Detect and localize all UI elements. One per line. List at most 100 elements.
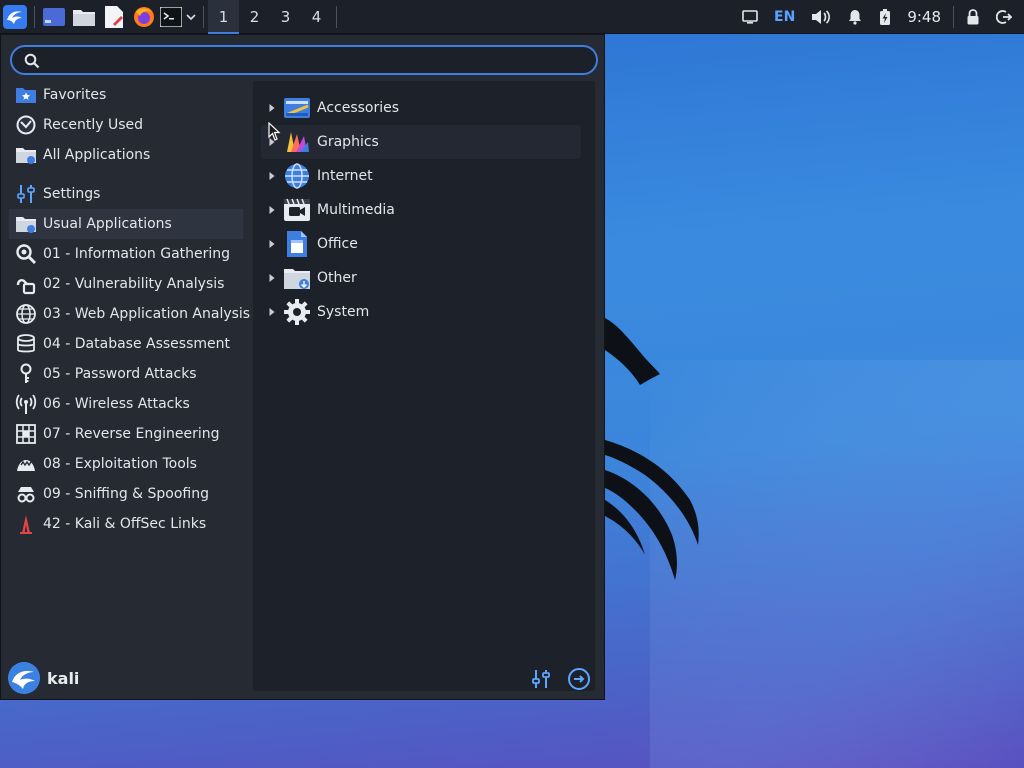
sidebar-item-settings[interactable]: Settings [9, 179, 243, 209]
category-label: Multimedia [317, 202, 395, 218]
firefox-launcher[interactable] [129, 0, 159, 34]
top-panel: 1 2 3 4 EN 9:48 [0, 0, 1024, 34]
clock[interactable]: 9:48 [899, 0, 949, 34]
panel-separator [203, 5, 204, 28]
category-label: Accessories [317, 100, 400, 116]
log-out-icon [568, 668, 590, 690]
settings-manager-button[interactable] [529, 667, 553, 691]
sidebar-item-label: All Applications [43, 147, 151, 163]
text-editor-launcher[interactable] [99, 0, 129, 34]
internet-icon [283, 162, 311, 190]
category-graphics[interactable]: Graphics [261, 125, 581, 159]
workspace-switcher: 1 2 3 4 [208, 0, 332, 34]
notifications-button[interactable] [839, 0, 871, 34]
office-icon [283, 230, 311, 258]
logout-button[interactable] [567, 667, 591, 691]
workspace-2[interactable]: 2 [239, 0, 270, 34]
avatar[interactable] [8, 662, 40, 694]
expand-arrow-icon[interactable] [261, 103, 283, 113]
search-input[interactable] [48, 50, 588, 70]
speaker-icon [812, 9, 831, 24]
expand-arrow-icon[interactable] [261, 205, 283, 215]
globe-icon [15, 303, 37, 325]
category-other[interactable]: Other [261, 261, 581, 295]
sidebar-item-03-web-application-analysis[interactable]: 03 - Web Application Analysis [9, 299, 250, 329]
show-desktop-button[interactable] [39, 0, 69, 34]
menu-footer: kali [1, 659, 604, 699]
key-icon [15, 363, 37, 385]
workspace-3[interactable]: 3 [270, 0, 301, 34]
sidebar-item-09-sniffing-and-spoofing[interactable]: 09 - Sniffing & Spoofing [9, 479, 243, 509]
keyboard-layout-indicator[interactable]: EN [766, 0, 803, 34]
sidebar-item-label: Usual Applications [43, 216, 172, 232]
panel-separator [953, 5, 954, 28]
lock-screen-button[interactable] [958, 0, 988, 34]
sidebar-item-usual-applications[interactable]: Usual Applications [9, 209, 243, 239]
expand-arrow-icon[interactable] [261, 273, 283, 283]
exploit-icon [15, 453, 37, 475]
chevron-down-icon [186, 13, 196, 20]
sidebar-item-08-exploitation-tools[interactable]: 08 - Exploitation Tools [9, 449, 243, 479]
terminal-launcher[interactable] [159, 0, 183, 34]
category-label: Internet [317, 168, 373, 184]
sidebar-item-label: 04 - Database Assessment [43, 336, 230, 352]
sidebar-item-label: Settings [43, 186, 101, 202]
screen-tray-button[interactable] [734, 0, 766, 34]
sidebar-item-label: 42 - Kali & OffSec Links [43, 516, 207, 532]
category-system[interactable]: System [261, 295, 581, 329]
sidebar-item-recently-used[interactable]: Recently Used [9, 110, 243, 140]
recent-icon [15, 114, 37, 136]
logout-panel-button[interactable] [988, 0, 1020, 34]
sidebar-item-label: 01 - Information Gathering [43, 246, 231, 262]
file-manager-launcher[interactable] [69, 0, 99, 34]
firefox-icon [134, 6, 154, 27]
battery-button[interactable] [871, 0, 899, 34]
category-internet[interactable]: Internet [261, 159, 581, 193]
sidebar-item-06-wireless-attacks[interactable]: 06 - Wireless Attacks [9, 389, 243, 419]
expand-arrow-icon[interactable] [261, 171, 283, 181]
sidebar-item-favorites[interactable]: Favorites [9, 80, 243, 110]
multimedia-icon [283, 196, 311, 224]
workspace-4[interactable]: 4 [301, 0, 332, 34]
search-box[interactable] [10, 45, 598, 75]
category-office[interactable]: Office [261, 227, 581, 261]
sidebar-item-label: Favorites [43, 87, 107, 103]
category-multimedia[interactable]: Multimedia [261, 193, 581, 227]
category-label: Other [317, 270, 357, 286]
sidebar-item-04-database-assessment[interactable]: 04 - Database Assessment [9, 329, 243, 359]
settings-sliders-icon [15, 183, 37, 205]
vulnerability-icon [15, 273, 37, 295]
kali-avatar-icon [8, 662, 40, 694]
sidebar-item-label: 06 - Wireless Attacks [43, 396, 190, 412]
kali-logo-icon [3, 4, 27, 29]
settings-sliders-icon [532, 670, 550, 688]
sidebar-item-label: Recently Used [43, 117, 144, 133]
panel-separator [34, 5, 35, 28]
sidebar-item-05-password-attacks[interactable]: 05 - Password Attacks [9, 359, 243, 389]
workspace-1[interactable]: 1 [208, 0, 239, 34]
category-accessories[interactable]: Accessories [261, 91, 581, 125]
terminal-dropdown-button[interactable] [183, 0, 199, 34]
monitor-icon [742, 9, 758, 24]
expand-arrow-icon[interactable] [261, 307, 283, 317]
username-label: kali [47, 669, 80, 688]
star-folder-icon [15, 84, 37, 106]
sidebar-item-42-kali-and-offsec-links[interactable]: 42 - Kali & OffSec Links [9, 509, 243, 539]
bell-icon [849, 9, 862, 25]
sidebar-item-label: 03 - Web Application Analysis [43, 306, 251, 322]
sidebar-item-07-reverse-engineering[interactable]: 07 - Reverse Engineering [9, 419, 243, 449]
spy-icon [15, 483, 37, 505]
sidebar-item-01-information-gathering[interactable]: 01 - Information Gathering [9, 239, 243, 269]
volume-button[interactable] [803, 0, 839, 34]
kali-menu-button[interactable] [0, 0, 30, 34]
lock-icon [967, 8, 979, 24]
sidebar-item-02-vulnerability-analysis[interactable]: 02 - Vulnerability Analysis [9, 269, 243, 299]
desktop-icon [43, 7, 65, 26]
other-icon [283, 264, 311, 292]
expand-arrow-icon[interactable] [261, 239, 283, 249]
panel-separator [336, 5, 337, 28]
graphics-icon [283, 128, 311, 156]
usual-folder-icon [15, 213, 37, 235]
sidebar-item-all-applications[interactable]: All Applications [9, 140, 243, 170]
